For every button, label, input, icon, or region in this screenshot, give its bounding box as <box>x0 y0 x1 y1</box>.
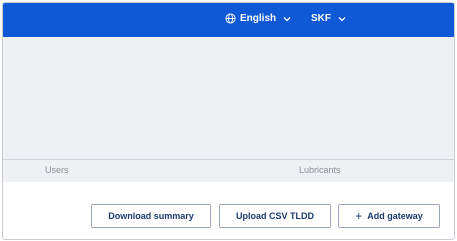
upload-csv-button[interactable]: Upload CSV TLDD <box>219 204 331 228</box>
tab-lubricants[interactable]: Lubricants <box>299 165 341 175</box>
language-selector[interactable]: English <box>225 13 291 24</box>
chevron-down-icon <box>283 16 291 22</box>
globe-icon <box>225 13 236 24</box>
action-bar: Download summary Upload CSV TLDD + Add g… <box>3 182 454 239</box>
content-header-area <box>3 37 454 159</box>
app-window: English SKF Users Lubricants Download su… <box>2 2 455 240</box>
top-bar: English SKF <box>3 3 454 37</box>
language-label: English <box>240 13 277 24</box>
plus-icon: + <box>355 209 363 223</box>
chevron-down-icon <box>338 16 346 22</box>
add-gateway-button[interactable]: + Add gateway <box>338 204 440 228</box>
organization-selector[interactable]: SKF <box>311 13 346 24</box>
organization-label: SKF <box>311 13 331 24</box>
tab-users[interactable]: Users <box>45 165 69 175</box>
tab-bar: Users Lubricants <box>3 159 454 183</box>
add-gateway-label: Add gateway <box>367 211 423 221</box>
download-summary-button[interactable]: Download summary <box>91 204 211 228</box>
